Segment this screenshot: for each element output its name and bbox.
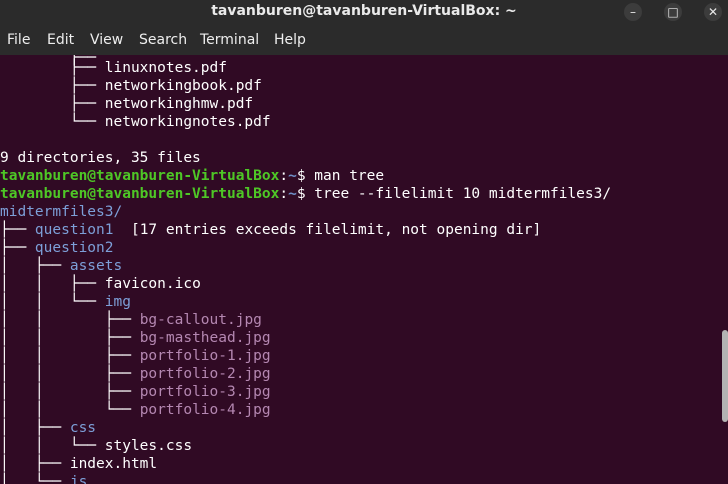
terminal-line: tavanburen@tavanburen-VirtualBox:~$ man …	[0, 167, 384, 185]
prompt-user: tavanburen@tavanburen-VirtualBox	[0, 186, 280, 202]
tree-branch: │ ├──	[0, 258, 70, 274]
output-text: 9 directories, 35 files	[0, 150, 201, 166]
close-button[interactable]: ✕	[704, 3, 722, 21]
output-text: ├── networkinghmw.pdf	[0, 96, 254, 112]
terminal-line: ├── networkingbook.pdf	[0, 77, 262, 95]
tree-branch: │ │ ├──	[0, 312, 140, 328]
terminal-line: ├── question2	[0, 239, 114, 257]
output-text: └── networkingnotes.pdf	[0, 114, 271, 130]
prompt-path: ~	[288, 186, 297, 202]
tree-branch: │ └──	[0, 474, 70, 484]
terminal-line: │ ├── index.html	[0, 455, 157, 473]
terminal-line: tavanburen@tavanburen-VirtualBox:~$ tree…	[0, 185, 611, 203]
terminal-line: ├── question1 [17 entries exceeds fileli…	[0, 221, 541, 239]
menu-bar: File Edit View Search Terminal Help	[0, 24, 728, 55]
menu-help[interactable]: Help	[274, 32, 306, 48]
terminal-line: ├── linuxnotes.pdf	[0, 59, 227, 77]
menu-view[interactable]: View	[90, 32, 123, 48]
image-file-name: portfolio-2.jpg	[139, 366, 271, 382]
menu-file[interactable]: File	[7, 32, 30, 48]
terminal-line: 9 directories, 35 files	[0, 149, 201, 167]
terminal-line: │ ├── assets	[0, 257, 122, 275]
prompt-separator: :	[279, 168, 289, 184]
terminal-line: └── networkingnotes.pdf	[0, 113, 271, 131]
terminal-line: │ │ ├── portfolio-3.jpg	[0, 383, 271, 401]
window-title: tavanburen@tavanburen-VirtualBox: ~	[211, 3, 517, 19]
terminal-line: │ │ └── styles.css	[0, 437, 192, 455]
terminal-line: │ │ ├── bg-callout.jpg	[0, 311, 262, 329]
terminal-line: │ │ ├── bg-masthead.jpg	[0, 329, 271, 347]
directory-name: img	[104, 294, 131, 310]
image-file-name: bg-callout.jpg	[139, 312, 262, 328]
tree-branch: │ │ ├──	[0, 330, 140, 346]
directory-name: midtermfiles3/	[0, 204, 123, 220]
directory-name: js	[69, 474, 88, 484]
image-file-name: bg-masthead.jpg	[139, 330, 271, 346]
prompt-separator: :	[279, 186, 289, 202]
image-file-name: portfolio-4.jpg	[139, 402, 271, 418]
menu-search[interactable]: Search	[139, 32, 187, 48]
tree-branch: │ │ └──	[0, 438, 105, 454]
image-file-name: portfolio-3.jpg	[139, 384, 271, 400]
directory-name: question1	[34, 222, 114, 238]
tree-branch: │ ├──	[0, 456, 70, 472]
output-text: favicon.ico	[104, 276, 201, 292]
maximize-button[interactable]: □	[664, 3, 682, 21]
terminal-line: │ │ ├── favicon.ico	[0, 275, 201, 293]
tree-branch: │ ├──	[0, 420, 70, 436]
menu-terminal[interactable]: Terminal	[200, 32, 259, 48]
terminal-line: │ │ └── portfolio-4.jpg	[0, 401, 271, 419]
title-bar: tavanburen@tavanburen-VirtualBox: ~ – □ …	[0, 0, 728, 24]
command-text: $ man tree	[296, 168, 385, 184]
directory-name: assets	[69, 258, 123, 274]
image-file-name: portfolio-1.jpg	[139, 348, 271, 364]
directory-name: question2	[34, 240, 114, 256]
terminal-line: ├── networkinghmw.pdf	[0, 95, 253, 113]
output-text: [17 entries exceeds filelimit, not openi…	[113, 222, 542, 238]
terminal-line: │ └── js	[0, 473, 87, 484]
terminal-output[interactable]: ├── ├── linuxnotes.pdf ├── networkingboo…	[0, 55, 728, 484]
tree-branch: │ │ ├──	[0, 366, 140, 382]
minimize-button[interactable]: –	[624, 3, 642, 21]
terminal-line: midtermfiles3/	[0, 203, 122, 221]
tree-branch: │ │ ├──	[0, 276, 105, 292]
command-text: $ tree --filelimit 10 midtermfiles3/	[296, 186, 612, 202]
directory-name: css	[69, 420, 97, 436]
tree-branch: │ │ └──	[0, 402, 140, 418]
prompt-user: tavanburen@tavanburen-VirtualBox	[0, 168, 280, 184]
scrollbar-thumb[interactable]	[722, 330, 728, 422]
tree-branch: │ │ ├──	[0, 384, 140, 400]
prompt-path: ~	[288, 168, 297, 184]
terminal-line: │ ├── css	[0, 419, 96, 437]
menu-edit[interactable]: Edit	[47, 32, 74, 48]
tree-branch: │ │ └──	[0, 294, 105, 310]
output-text: styles.css	[104, 438, 193, 454]
terminal-line: │ │ └── img	[0, 293, 131, 311]
terminal-line: │ │ ├── portfolio-2.jpg	[0, 365, 271, 383]
output-text: ├── networkingbook.pdf	[0, 78, 262, 94]
output-text: ├── linuxnotes.pdf	[0, 60, 227, 76]
tree-branch: │ │ ├──	[0, 348, 140, 364]
tree-branch: ├──	[0, 222, 35, 238]
output-text: index.html	[69, 456, 158, 472]
tree-branch: ├──	[0, 240, 35, 256]
terminal-line: │ │ ├── portfolio-1.jpg	[0, 347, 271, 365]
